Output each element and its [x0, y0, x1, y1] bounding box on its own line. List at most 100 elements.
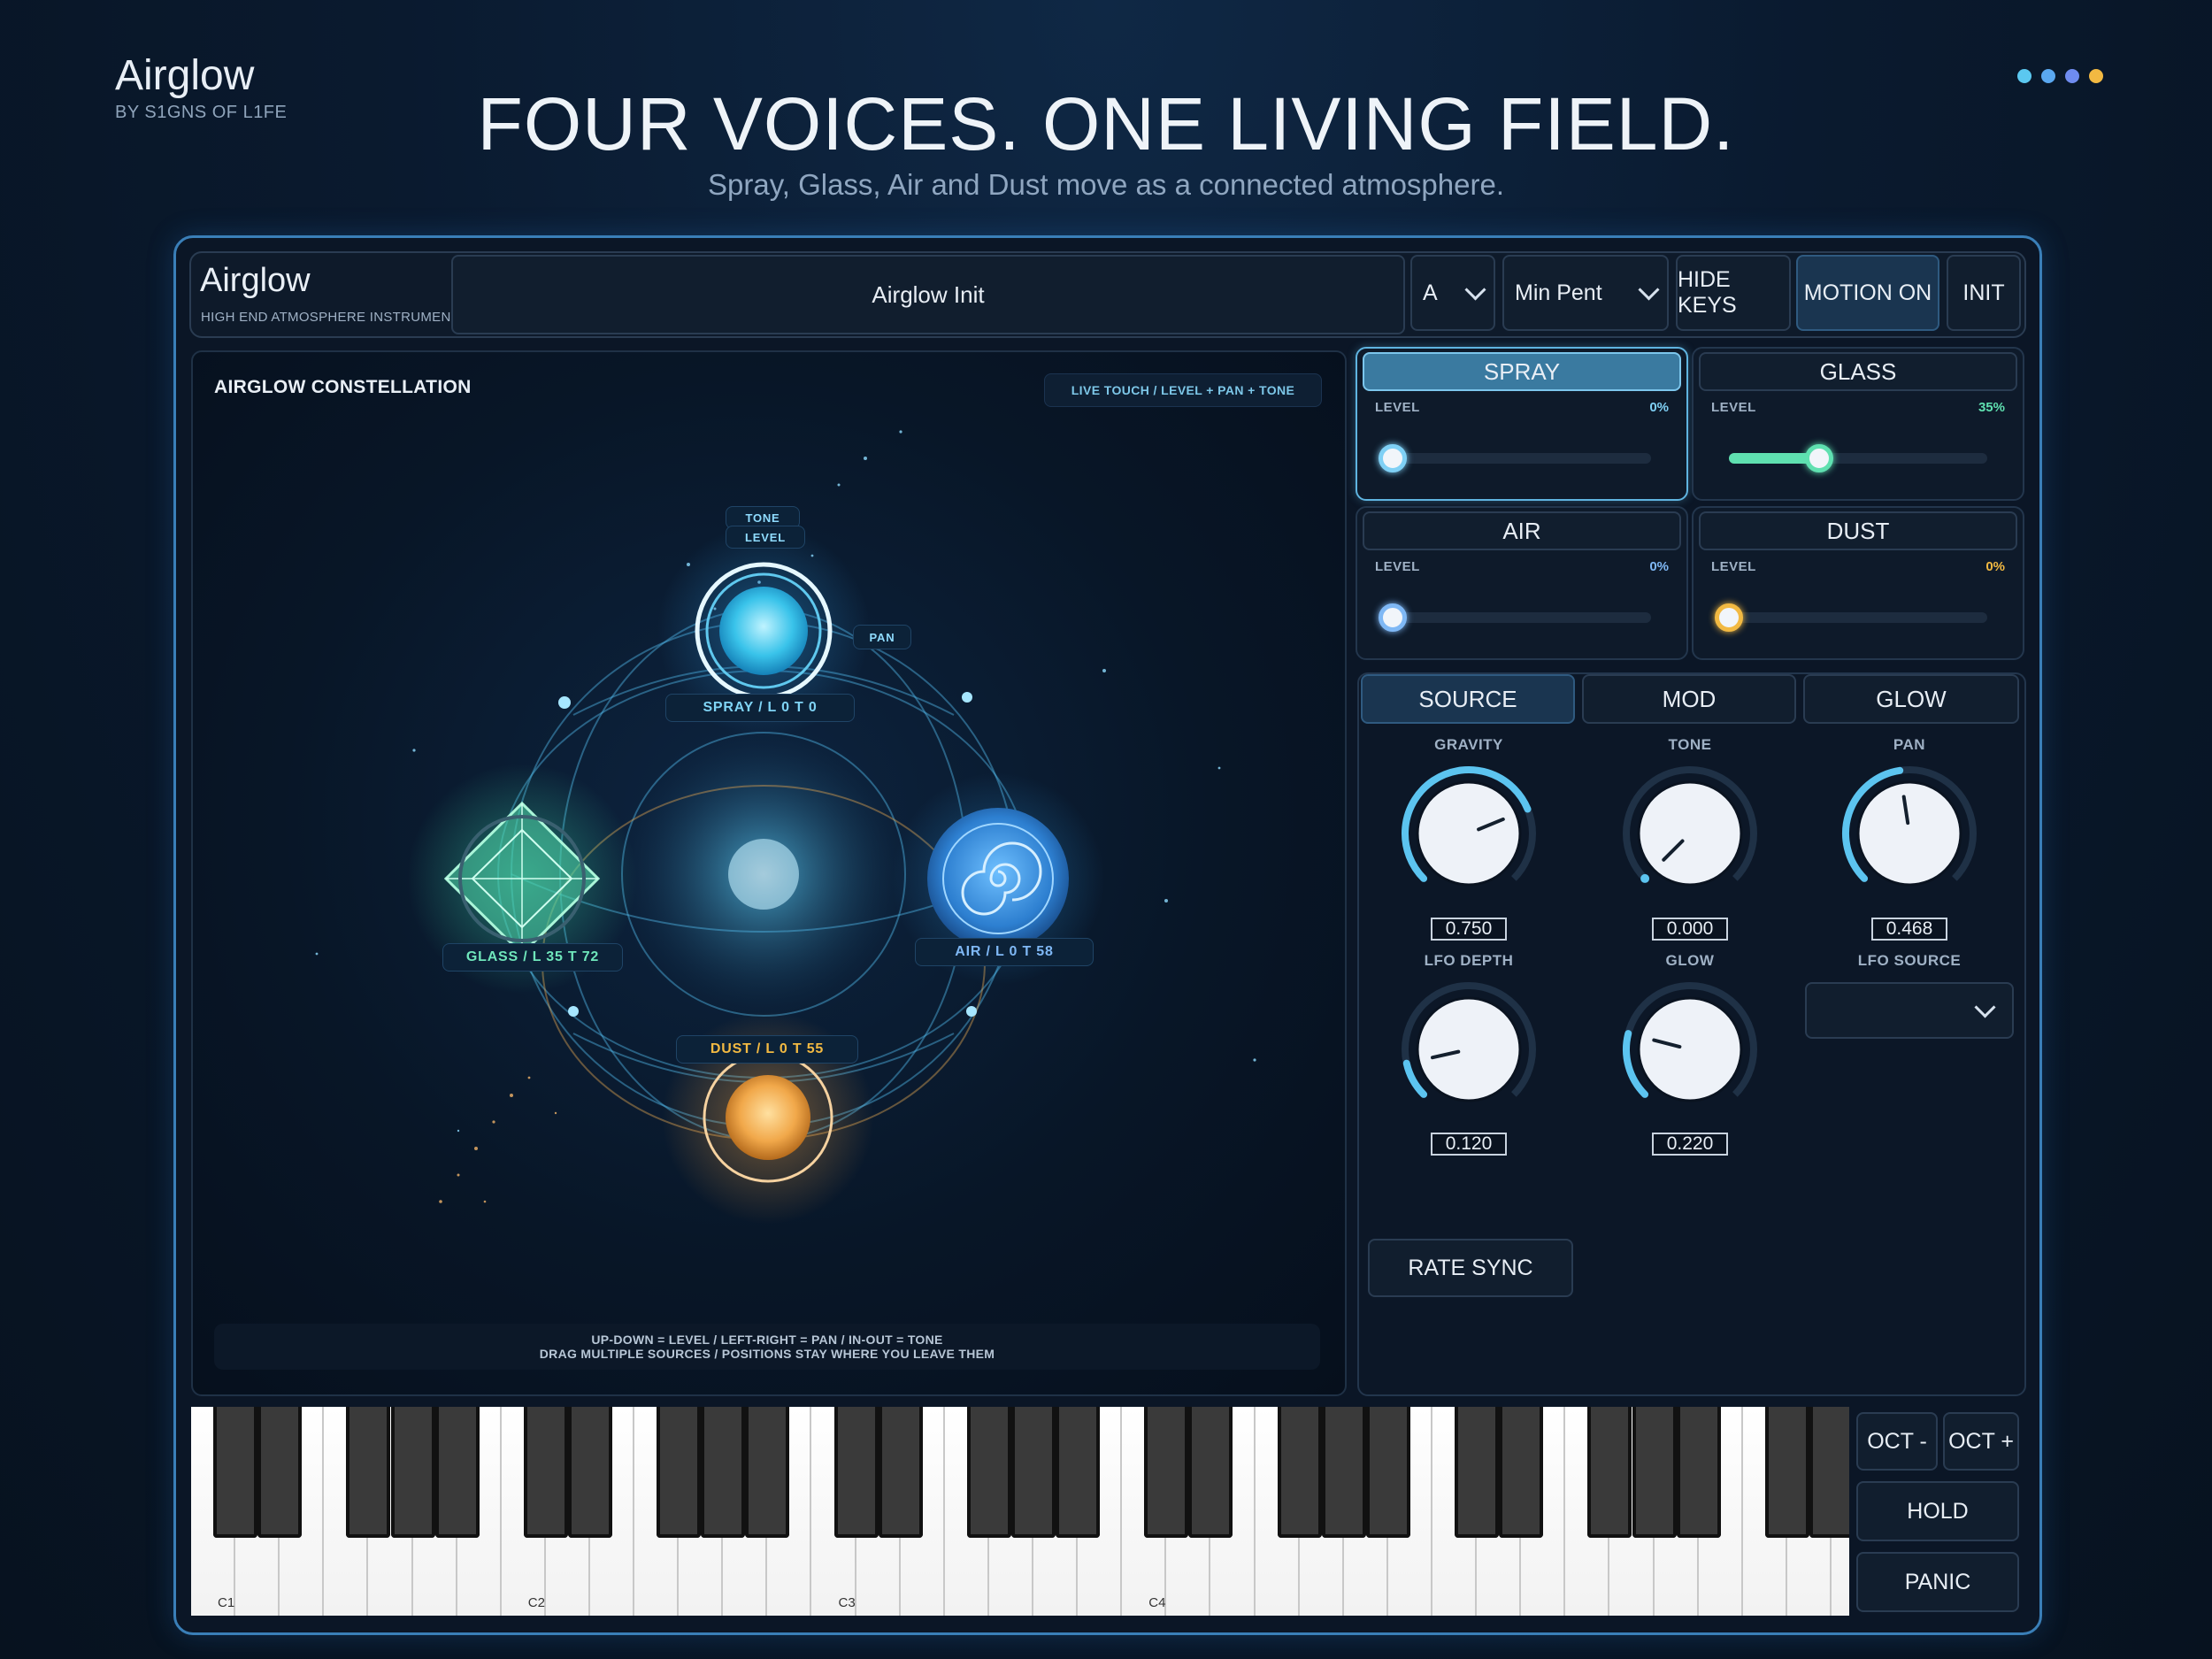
voice-name-air[interactable]: AIR — [1363, 511, 1681, 550]
black-key[interactable] — [1632, 1407, 1677, 1538]
lfo-source-select[interactable] — [1805, 982, 2014, 1039]
level-slider-dust[interactable] — [1715, 603, 1987, 632]
knob-label-glow: GLOW — [1665, 952, 1715, 969]
octave-down-button[interactable]: OCT - — [1856, 1412, 1938, 1471]
field-title: AIRGLOW CONSTELLATION — [214, 377, 472, 397]
black-key[interactable] — [878, 1407, 923, 1538]
tone-value[interactable]: 0.000 — [1652, 918, 1728, 941]
tone-knob[interactable] — [1619, 763, 1761, 904]
hold-button[interactable]: HOLD — [1856, 1481, 2019, 1541]
voice-card-spray[interactable]: SPRAY LEVEL 0% — [1356, 347, 1688, 501]
key-select-value: A — [1423, 280, 1438, 305]
octave-up-button[interactable]: OCT + — [1943, 1412, 2019, 1471]
black-key[interactable] — [1144, 1407, 1189, 1538]
knob-label-pan: PAN — [1893, 736, 1926, 753]
knob-face — [1637, 780, 1743, 887]
black-key[interactable] — [1011, 1407, 1056, 1538]
level-slider-air[interactable] — [1379, 603, 1651, 632]
black-key[interactable] — [346, 1407, 391, 1538]
lfo-depth-knob[interactable] — [1398, 979, 1540, 1120]
scale-select[interactable]: Min Pent — [1502, 255, 1669, 331]
lfo-source-label: LFO SOURCE — [1857, 952, 1962, 969]
level-slider-glass[interactable] — [1729, 444, 1987, 472]
tab-glow[interactable]: GLOW — [1803, 674, 2019, 724]
black-key[interactable] — [1188, 1407, 1233, 1538]
black-key[interactable] — [1676, 1407, 1721, 1538]
voice-card-dust[interactable]: DUST LEVEL 0% — [1692, 506, 2024, 660]
octave-label: C1 — [218, 1595, 235, 1610]
black-key[interactable] — [701, 1407, 746, 1538]
black-key[interactable] — [523, 1407, 568, 1538]
slider-thumb[interactable] — [1715, 603, 1743, 632]
pan-value[interactable]: 0.468 — [1871, 918, 1947, 941]
black-key[interactable] — [1365, 1407, 1410, 1538]
spray-node-tag[interactable]: SPRAY / L 0 T 0 — [665, 694, 855, 722]
dust-node-tag[interactable]: DUST / L 0 T 55 — [676, 1035, 858, 1064]
black-key[interactable] — [1455, 1407, 1500, 1538]
voice-name-glass[interactable]: GLASS — [1699, 352, 2017, 391]
black-key[interactable] — [434, 1407, 480, 1538]
black-key[interactable] — [745, 1407, 790, 1538]
black-key[interactable] — [1056, 1407, 1101, 1538]
voice-level-label: LEVEL — [1375, 559, 1420, 574]
slider-thumb[interactable] — [1379, 603, 1407, 632]
glow-knob[interactable] — [1619, 979, 1761, 1120]
black-key[interactable] — [213, 1407, 258, 1538]
black-key[interactable] — [1321, 1407, 1366, 1538]
key-select[interactable]: A — [1410, 255, 1495, 331]
field-instructions: UP-DOWN = LEVEL / LEFT-RIGHT = PAN / IN-… — [214, 1324, 1320, 1370]
black-key[interactable] — [1764, 1407, 1809, 1538]
gravity-value[interactable]: 0.750 — [1431, 918, 1507, 941]
slider-thumb[interactable] — [1805, 444, 1834, 472]
voice-level-value: 35% — [1978, 400, 2005, 415]
panic-button[interactable]: PANIC — [1856, 1552, 2019, 1612]
hide-keys-button[interactable]: HIDE KEYS — [1676, 255, 1791, 331]
voice-card-air[interactable]: AIR LEVEL 0% — [1356, 506, 1688, 660]
piano-keyboard[interactable]: C1 C2 C3 C4 — [191, 1407, 1849, 1616]
rate-sync-button[interactable]: RATE SYNC — [1368, 1239, 1573, 1297]
voice-level-label: LEVEL — [1375, 400, 1420, 415]
voice-level-value: 0% — [1985, 559, 2005, 574]
chevron-down-icon — [1464, 278, 1486, 301]
black-key[interactable] — [1499, 1407, 1544, 1538]
black-key[interactable] — [1587, 1407, 1632, 1538]
octave-label: C2 — [527, 1595, 545, 1610]
knob-label-tone: TONE — [1668, 736, 1712, 753]
air-node-tag[interactable]: AIR / L 0 T 58 — [915, 938, 1094, 966]
black-key[interactable] — [1809, 1407, 1849, 1538]
lfo-depth-value[interactable]: 0.120 — [1431, 1133, 1507, 1156]
black-key[interactable] — [567, 1407, 612, 1538]
field-hint-badge: LIVE TOUCH / LEVEL + PAN + TONE — [1044, 373, 1322, 407]
gravity-knob[interactable] — [1398, 763, 1540, 904]
pan-knob[interactable] — [1839, 763, 1980, 904]
voice-level-value: 0% — [1649, 400, 1669, 415]
glass-node-tag[interactable]: GLASS / L 35 T 72 — [442, 943, 623, 972]
motion-toggle-button[interactable]: MOTION ON — [1796, 255, 1939, 331]
black-key[interactable] — [966, 1407, 1011, 1538]
app-subtitle: HIGH END ATMOSPHERE INSTRUMENT — [201, 310, 460, 325]
knob-face — [1856, 780, 1962, 887]
black-key[interactable] — [657, 1407, 702, 1538]
black-key[interactable] — [833, 1407, 879, 1538]
voice-name-spray[interactable]: SPRAY — [1363, 352, 1681, 391]
preset-name-field[interactable]: Airglow Init — [451, 255, 1405, 334]
knob-face — [1416, 996, 1522, 1102]
knob-label-lfo-depth: LFO DEPTH — [1424, 952, 1514, 969]
glow-value[interactable]: 0.220 — [1652, 1133, 1728, 1156]
black-key[interactable] — [390, 1407, 435, 1538]
slider-thumb[interactable] — [1379, 444, 1407, 472]
voice-name-dust[interactable]: DUST — [1699, 511, 2017, 550]
black-key[interactable] — [1277, 1407, 1322, 1538]
voice-level-label: LEVEL — [1711, 559, 1756, 574]
black-key[interactable] — [257, 1407, 303, 1538]
tab-source[interactable]: SOURCE — [1361, 674, 1575, 724]
level-slider-spray[interactable] — [1379, 444, 1651, 472]
init-button[interactable]: INIT — [1947, 255, 2021, 331]
voice-card-glass[interactable]: GLASS LEVEL 35% — [1692, 347, 2024, 501]
chevron-down-icon — [1974, 995, 1996, 1018]
octave-label: C3 — [838, 1595, 856, 1610]
pan-handle-tag[interactable]: PAN — [853, 625, 911, 649]
field-instructions-line1: UP-DOWN = LEVEL / LEFT-RIGHT = PAN / IN-… — [591, 1333, 943, 1347]
tab-mod[interactable]: MOD — [1582, 674, 1796, 724]
level-handle-tag[interactable]: LEVEL — [726, 526, 805, 549]
